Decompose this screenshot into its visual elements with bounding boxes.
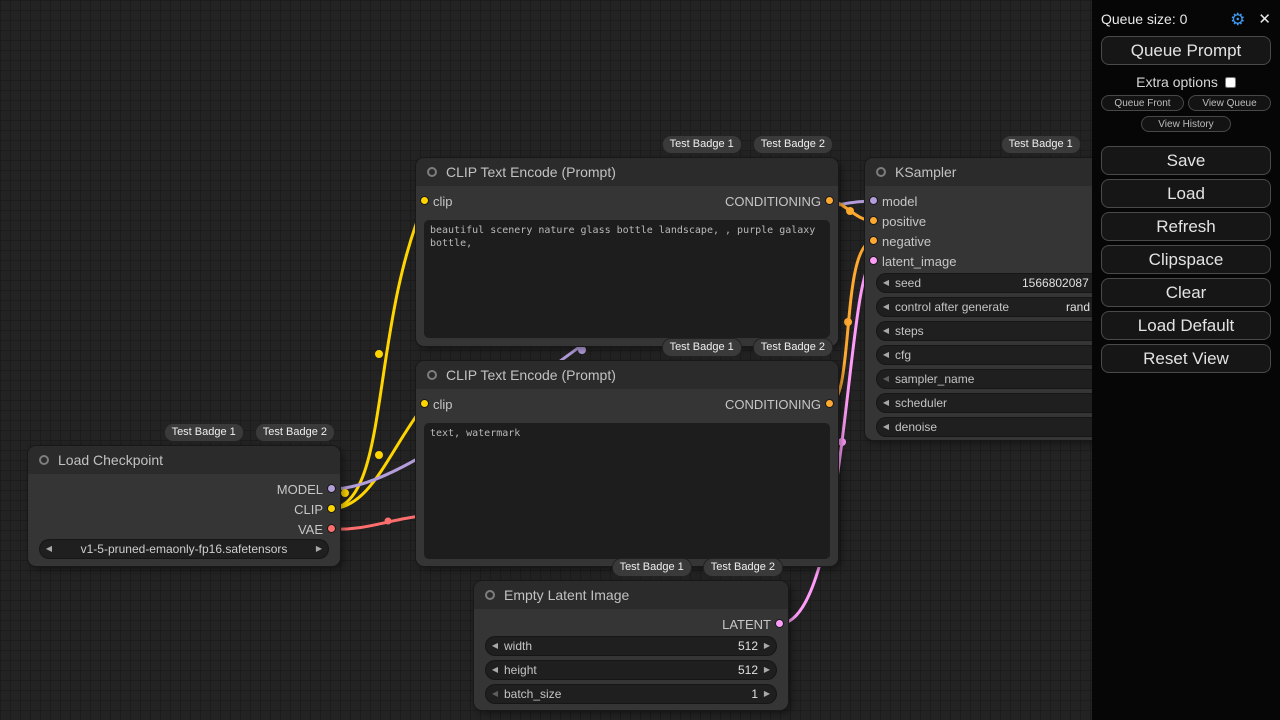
load-default-button[interactable]: Load Default [1101,311,1271,340]
extra-options-label: Extra options [1136,74,1218,90]
positive-prompt-textarea[interactable]: beautiful scenery nature glass bottle la… [424,220,830,338]
node-badges: Test Badge 1 Test Badge 2 [663,339,832,356]
input-slot-clip[interactable]: clip [416,191,453,211]
node-badges: Test Badge 1 Test Badge 2 [663,136,832,153]
input-slot-model[interactable]: model [865,191,917,211]
collapse-dot-icon[interactable] [39,455,49,465]
queue-prompt-button[interactable]: Queue Prompt [1101,36,1271,65]
test-badge-2: Test Badge 2 [754,339,832,356]
collapse-dot-icon[interactable] [485,590,495,600]
clear-button[interactable]: Clear [1101,278,1271,307]
negative-prompt-textarea[interactable]: text, watermark [424,423,830,559]
input-slot-clip[interactable]: clip [416,394,453,414]
next-arrow-icon[interactable]: ▶ [758,661,776,679]
extra-options-checkbox[interactable] [1225,77,1236,88]
close-icon[interactable]: ✕ [1258,12,1271,27]
node-title-bar[interactable]: Empty Latent Image [474,581,788,609]
test-badge-1: Test Badge 1 [613,559,691,576]
output-slot-conditioning[interactable]: CONDITIONING [725,394,838,414]
view-queue-button[interactable]: View Queue [1188,95,1271,111]
node-title-bar[interactable]: CLIP Text Encode (Prompt) [416,158,838,186]
node-title: KSampler [895,164,956,180]
test-badge-1: Test Badge 1 [165,424,243,441]
latent-slot-dot[interactable] [775,619,784,628]
queue-front-button[interactable]: Queue Front [1101,95,1184,111]
collapse-dot-icon[interactable] [427,167,437,177]
node-title: CLIP Text Encode (Prompt) [446,164,616,180]
node-load-checkpoint[interactable]: Test Badge 1 Test Badge 2 Load Checkpoin… [28,446,340,566]
node-empty-latent-image[interactable]: Test Badge 1 Test Badge 2 Empty Latent I… [474,581,788,710]
clip-slot-dot[interactable] [327,504,336,513]
model-slot-dot[interactable] [327,484,336,493]
output-slot-latent[interactable]: LATENT [722,614,788,634]
menu-panel: Queue size: 0 ⚙ ✕ Queue Prompt Extra opt… [1092,0,1280,720]
view-history-button[interactable]: View History [1141,116,1231,132]
batch-size-widget[interactable]: ◀ batch_size 1 ▶ [486,685,776,703]
prev-arrow-icon[interactable]: ◀ [877,346,895,364]
seed-value: 1566802087 [1022,276,1089,290]
node-clip-text-encode-negative[interactable]: Test Badge 1 Test Badge 2 CLIP Text Enco… [416,361,838,566]
clipspace-button[interactable]: Clipspace [1101,245,1271,274]
output-slot-model[interactable]: MODEL [277,479,340,499]
next-arrow-icon[interactable]: ▶ [310,540,328,558]
node-title-bar[interactable]: Load Checkpoint [28,446,340,474]
test-badge-2: Test Badge 2 [754,136,832,153]
node-title: Empty Latent Image [504,587,629,603]
control-after-generate-value: rand [1066,300,1090,314]
prev-arrow-icon[interactable]: ◀ [877,394,895,412]
node-title: Load Checkpoint [58,452,163,468]
load-button[interactable]: Load [1101,179,1271,208]
conditioning-slot-dot[interactable] [869,216,878,225]
output-slot-conditioning[interactable]: CONDITIONING [725,191,838,211]
test-badge-1: Test Badge 1 [1002,136,1080,153]
save-button[interactable]: Save [1101,146,1271,175]
reset-view-button[interactable]: Reset View [1101,344,1271,373]
collapse-dot-icon[interactable] [427,370,437,380]
prev-arrow-icon[interactable]: ◀ [486,661,504,679]
settings-gear-icon[interactable]: ⚙ [1230,11,1245,28]
node-badges: Test Badge 1 Test Badge 2 [165,424,334,441]
vae-slot-dot[interactable] [327,524,336,533]
prev-arrow-icon[interactable]: ◀ [877,370,895,388]
conditioning-slot-dot[interactable] [869,236,878,245]
height-widget[interactable]: ◀ height 512 ▶ [486,661,776,679]
clip-slot-dot[interactable] [420,196,429,205]
ckpt-name-value: v1-5-pruned-emaonly-fp16.safetensors [58,542,310,556]
output-slot-clip[interactable]: CLIP [294,499,340,519]
conditioning-slot-dot[interactable] [825,399,834,408]
node-badges: Test Badge 1 Test Badge 2 [613,559,782,576]
prev-arrow-icon[interactable]: ◀ [877,322,895,340]
next-arrow-icon[interactable]: ▶ [758,685,776,703]
graph-canvas[interactable]: Test Badge 1 Test Badge 2 Load Checkpoin… [0,0,1280,720]
collapse-dot-icon[interactable] [876,167,886,177]
clip-slot-dot[interactable] [420,399,429,408]
prev-arrow-icon[interactable]: ◀ [877,274,895,292]
node-title-bar[interactable]: CLIP Text Encode (Prompt) [416,361,838,389]
test-badge-1: Test Badge 1 [663,339,741,356]
next-arrow-icon[interactable]: ▶ [758,637,776,655]
prev-arrow-icon[interactable]: ◀ [486,685,504,703]
node-title: CLIP Text Encode (Prompt) [446,367,616,383]
latent-slot-dot[interactable] [869,256,878,265]
input-slot-negative[interactable]: negative [865,231,931,251]
prev-arrow-icon[interactable]: ◀ [877,298,895,316]
refresh-button[interactable]: Refresh [1101,212,1271,241]
model-slot-dot[interactable] [869,196,878,205]
width-widget[interactable]: ◀ width 512 ▶ [486,637,776,655]
input-slot-latent-image[interactable]: latent_image [865,251,956,271]
test-badge-2: Test Badge 2 [704,559,782,576]
input-slot-positive[interactable]: positive [865,211,926,231]
output-slot-vae[interactable]: VAE [298,519,340,539]
test-badge-1: Test Badge 1 [663,136,741,153]
test-badge-2: Test Badge 2 [256,424,334,441]
prev-arrow-icon[interactable]: ◀ [877,418,895,436]
conditioning-slot-dot[interactable] [825,196,834,205]
prev-arrow-icon[interactable]: ◀ [486,637,504,655]
node-clip-text-encode-positive[interactable]: Test Badge 1 Test Badge 2 CLIP Text Enco… [416,158,838,346]
queue-size-label: Queue size: 0 [1101,11,1187,27]
ckpt-name-widget[interactable]: ◀ v1-5-pruned-emaonly-fp16.safetensors ▶ [40,540,328,558]
prev-arrow-icon[interactable]: ◀ [40,540,58,558]
